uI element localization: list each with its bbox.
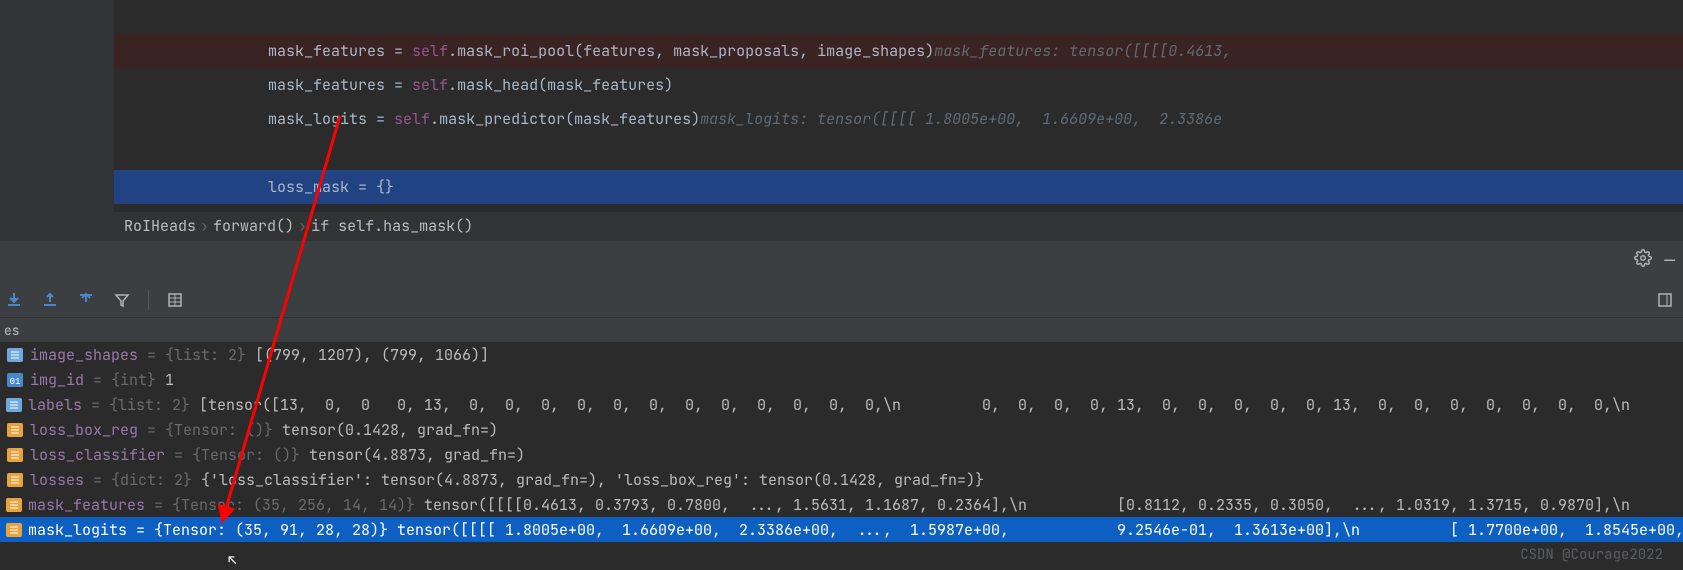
code-line[interactable]: 539mask_features = self.mask_roi_pool(fe… [0, 34, 1683, 68]
var-value: tensor([[[[ 1.8005e+00, 1.6609e+00, 2.33… [388, 520, 1683, 540]
watermark: CSDN @Courage2022 [1520, 546, 1663, 564]
mouse-cursor: ↖ [228, 552, 236, 570]
crumb-class[interactable]: RoIHeads [124, 216, 196, 236]
debug-header: — [0, 240, 1683, 282]
var-name: labels [28, 395, 82, 415]
var-value: tensor(0.1428, grad_fn=) [273, 420, 498, 440]
var-type: = {Tensor: (35, 91, 28, 28)} [127, 520, 388, 540]
code-text: mask_features = self.mask_head(mask_feat… [114, 75, 673, 95]
code-line[interactable]: 538 [0, 0, 1683, 34]
var-value: tensor([[[[0.4613, 0.3793, 0.7800, ..., … [415, 495, 1683, 515]
var-type-icon [6, 472, 24, 488]
debug-toolbar [0, 282, 1683, 318]
gutter [0, 0, 114, 212]
crumb-method[interactable]: forward() [213, 216, 294, 236]
variables-header: es [0, 318, 1683, 342]
var-name: mask_features [28, 495, 145, 515]
code-line[interactable]: 542 [0, 136, 1683, 170]
variable-row[interactable]: image_shapes = {list: 2} [(799, 1207), (… [0, 342, 1683, 367]
var-name: img_id [30, 370, 84, 390]
var-value: tensor(4.8873, grad_fn=) [300, 445, 525, 465]
code-text: mask_features = self.mask_roi_pool(featu… [114, 41, 934, 61]
variable-row[interactable]: losses = {dict: 2} {'loss_classifier': t… [0, 467, 1683, 492]
code-line[interactable]: 540mask_features = self.mask_head(mask_f… [0, 68, 1683, 102]
code-editor[interactable]: 538539mask_features = self.mask_roi_pool… [0, 0, 1683, 212]
var-type: = {Tensor: ()} [138, 420, 273, 440]
variables-panel[interactable]: image_shapes = {list: 2} [(799, 1207), (… [0, 342, 1683, 542]
var-type-icon [6, 347, 24, 363]
table-icon[interactable] [165, 290, 185, 310]
var-type-icon [6, 497, 22, 513]
var-value: [tensor([13, 0, 0 0, 13, 0, 0, 0, 0, 0, … [190, 395, 1683, 415]
minimize-icon[interactable]: — [1664, 249, 1675, 272]
code-line[interactable]: 543loss_mask = {} [0, 170, 1683, 204]
variable-row[interactable]: mask_logits = {Tensor: (35, 91, 28, 28)}… [0, 517, 1683, 542]
var-type: = {int} [84, 370, 156, 390]
var-type: = {list: 2} [82, 395, 190, 415]
variable-row[interactable]: labels = {list: 2} [tensor([13, 0, 0 0, … [0, 392, 1683, 417]
var-value: {'loss_classifier': tensor(4.8873, grad_… [192, 470, 984, 490]
var-type: = {Tensor: (35, 256, 14, 14)} [145, 495, 415, 515]
var-type-icon [6, 447, 24, 463]
var-type-icon [6, 397, 22, 413]
var-type-icon: 01 [6, 372, 24, 388]
download-icon[interactable] [4, 290, 24, 310]
code-text: mask_logits = self.mask_predictor(mask_f… [114, 109, 700, 129]
crumb-branch[interactable]: if self.has_mask() [311, 216, 473, 236]
var-type: = {Tensor: ()} [165, 445, 300, 465]
var-value: 1 [156, 370, 174, 390]
code-text: loss_mask = {} [114, 177, 394, 197]
filter-icon[interactable] [112, 290, 132, 310]
gear-icon[interactable] [1634, 249, 1652, 272]
variable-row[interactable]: 01 img_id = {int} 1 [0, 367, 1683, 392]
var-name: mask_logits [28, 520, 127, 540]
inline-hint: mask_features: tensor([[[[0.4613, [934, 41, 1231, 61]
var-name: losses [30, 470, 84, 490]
var-type: = {list: 2} [138, 345, 246, 365]
var-name: image_shapes [30, 345, 138, 365]
variable-row[interactable]: mask_features = {Tensor: (35, 256, 14, 1… [0, 492, 1683, 517]
var-type: = {dict: 2} [84, 470, 192, 490]
var-name: loss_box_reg [30, 420, 138, 440]
var-type-icon [6, 422, 24, 438]
var-name: loss_classifier [30, 445, 165, 465]
layout-icon[interactable] [1655, 290, 1675, 310]
variable-row[interactable]: loss_classifier = {Tensor: ()} tensor(4.… [0, 442, 1683, 467]
variable-row[interactable]: loss_box_reg = {Tensor: ()} tensor(0.142… [0, 417, 1683, 442]
code-line[interactable]: 541mask_logits = self.mask_predictor(mas… [0, 102, 1683, 136]
var-type-icon [6, 522, 22, 538]
upload-icon[interactable] [76, 290, 96, 310]
chevron-right-icon: › [298, 216, 307, 236]
svg-text:01: 01 [10, 377, 21, 387]
save-icon[interactable] [40, 290, 60, 310]
breadcrumb[interactable]: RoIHeads › forward() › if self.has_mask(… [0, 212, 1683, 240]
chevron-right-icon: › [200, 216, 209, 236]
var-value: [(799, 1207), (799, 1066)] [246, 345, 489, 365]
inline-hint: mask_logits: tensor([[[[ 1.8005e+00, 1.6… [700, 109, 1222, 129]
